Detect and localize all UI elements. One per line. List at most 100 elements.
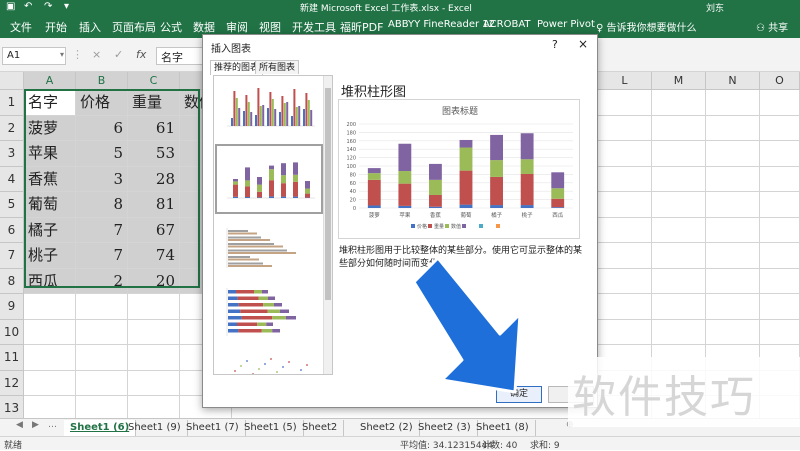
data-cell[interactable]: 苹果 bbox=[24, 141, 76, 167]
empty-cell[interactable] bbox=[760, 90, 800, 116]
data-cell[interactable]: 67 bbox=[128, 218, 180, 244]
data-cell[interactable]: 3 bbox=[76, 167, 128, 193]
row-header[interactable]: 3 bbox=[0, 141, 24, 167]
sheet-tab[interactable]: Sheet2 (3) bbox=[412, 420, 478, 436]
empty-cell[interactable] bbox=[652, 116, 706, 142]
empty-cell[interactable] bbox=[706, 243, 760, 269]
tab-review[interactable]: 审阅 bbox=[226, 19, 248, 35]
empty-cell[interactable] bbox=[706, 192, 760, 218]
thumbnail-scrollbar[interactable] bbox=[323, 76, 332, 375]
scrollbar-thumb[interactable] bbox=[325, 88, 331, 300]
empty-cell[interactable] bbox=[598, 269, 652, 295]
empty-cell[interactable] bbox=[598, 192, 652, 218]
share-button[interactable]: ⚇ 共享 bbox=[756, 19, 788, 34]
chart-thumbnail-clustered-bar[interactable] bbox=[219, 224, 319, 274]
empty-cell[interactable] bbox=[598, 167, 652, 193]
empty-cell[interactable] bbox=[760, 167, 800, 193]
empty-cell[interactable] bbox=[128, 320, 180, 346]
sheet-tab[interactable]: Sheet1 (8) bbox=[470, 420, 536, 436]
empty-cell[interactable] bbox=[652, 192, 706, 218]
empty-cell[interactable] bbox=[598, 141, 652, 167]
chart-thumbnail-scatter[interactable] bbox=[219, 350, 319, 375]
empty-cell[interactable] bbox=[760, 269, 800, 295]
help-icon[interactable]: ? bbox=[552, 38, 558, 51]
tab-all-charts[interactable]: 所有图表 bbox=[255, 60, 299, 74]
empty-cell[interactable] bbox=[24, 345, 76, 371]
empty-cell[interactable] bbox=[598, 320, 652, 346]
empty-cell[interactable] bbox=[76, 396, 128, 418]
empty-cell[interactable] bbox=[598, 90, 652, 116]
enter-icon[interactable]: ✓ bbox=[114, 48, 123, 61]
data-cell[interactable]: 桃子 bbox=[24, 243, 76, 269]
empty-cell[interactable] bbox=[706, 218, 760, 244]
data-cell[interactable]: 7 bbox=[76, 243, 128, 269]
fx-icon[interactable]: fx bbox=[136, 48, 146, 61]
row-header[interactable]: 10 bbox=[0, 320, 24, 346]
prev-sheet-icon[interactable]: ◀ bbox=[16, 420, 23, 430]
empty-cell[interactable] bbox=[598, 218, 652, 244]
data-cell[interactable]: 5 bbox=[76, 141, 128, 167]
data-cell[interactable]: 81 bbox=[128, 192, 180, 218]
empty-cell[interactable] bbox=[76, 320, 128, 346]
chart-thumbnail-clustered-column[interactable] bbox=[219, 82, 319, 134]
row-header[interactable]: 5 bbox=[0, 192, 24, 218]
sheet-tab[interactable]: Sheet2 bbox=[296, 420, 344, 436]
tab-abbyy[interactable]: ABBYY FineReader 12 bbox=[388, 19, 495, 30]
empty-cell[interactable] bbox=[598, 294, 652, 320]
header-cell[interactable]: 重量 bbox=[128, 90, 180, 116]
empty-cell[interactable] bbox=[128, 396, 180, 418]
data-cell[interactable]: 葡萄 bbox=[24, 192, 76, 218]
tab-file[interactable]: 文件 bbox=[10, 19, 32, 35]
data-cell[interactable]: 香蕉 bbox=[24, 167, 76, 193]
row-header[interactable]: 7 bbox=[0, 243, 24, 269]
data-cell[interactable]: 橘子 bbox=[24, 218, 76, 244]
empty-cell[interactable] bbox=[652, 167, 706, 193]
data-cell[interactable]: 菠萝 bbox=[24, 116, 76, 142]
empty-cell[interactable] bbox=[128, 294, 180, 320]
chart-thumbnail-stacked-column[interactable] bbox=[219, 148, 319, 210]
empty-cell[interactable] bbox=[760, 320, 800, 346]
data-cell[interactable]: 53 bbox=[128, 141, 180, 167]
tab-data[interactable]: 数据 bbox=[193, 19, 215, 35]
more-sheets-icon[interactable]: … bbox=[48, 420, 57, 430]
tab-developer[interactable]: 开发工具 bbox=[292, 19, 336, 35]
tab-home[interactable]: 开始 bbox=[45, 19, 67, 35]
select-all-corner[interactable] bbox=[0, 72, 24, 90]
empty-cell[interactable] bbox=[24, 396, 76, 418]
empty-cell[interactable] bbox=[706, 167, 760, 193]
recommended-chart-list[interactable] bbox=[213, 75, 333, 375]
empty-cell[interactable] bbox=[24, 371, 76, 397]
column-header-l[interactable]: L bbox=[598, 72, 652, 90]
tell-me-box[interactable]: ♀ 告诉我你想要做什么 bbox=[596, 19, 697, 34]
formula-input[interactable]: 名字 bbox=[156, 47, 206, 65]
undo-icon[interactable]: ↶ bbox=[24, 1, 32, 12]
empty-cell[interactable] bbox=[76, 294, 128, 320]
empty-cell[interactable] bbox=[706, 294, 760, 320]
row-header[interactable]: 6 bbox=[0, 218, 24, 244]
sheet-tab[interactable]: Sheet2 (2) bbox=[354, 420, 420, 436]
data-cell[interactable]: 7 bbox=[76, 218, 128, 244]
empty-cell[interactable] bbox=[760, 192, 800, 218]
redo-icon[interactable]: ↷ bbox=[44, 1, 52, 12]
empty-cell[interactable] bbox=[652, 243, 706, 269]
row-header[interactable]: 9 bbox=[0, 294, 24, 320]
column-header-n[interactable]: N bbox=[706, 72, 760, 90]
data-cell[interactable]: 6 bbox=[76, 116, 128, 142]
save-icon[interactable]: ▣ bbox=[6, 1, 15, 12]
column-header-m[interactable]: M bbox=[652, 72, 706, 90]
tab-formulas[interactable]: 公式 bbox=[160, 19, 182, 35]
row-header[interactable]: 13 bbox=[0, 396, 24, 418]
tab-foxit-pdf[interactable]: 福昕PDF bbox=[340, 19, 383, 35]
row-header[interactable]: 4 bbox=[0, 167, 24, 193]
empty-cell[interactable] bbox=[24, 294, 76, 320]
sheet-tab[interactable]: Sheet1 (7) bbox=[180, 420, 246, 436]
chart-thumbnail-stacked-bar[interactable] bbox=[219, 282, 319, 342]
empty-cell[interactable] bbox=[706, 269, 760, 295]
empty-cell[interactable] bbox=[706, 141, 760, 167]
empty-cell[interactable] bbox=[760, 243, 800, 269]
empty-cell[interactable] bbox=[652, 269, 706, 295]
tab-insert[interactable]: 插入 bbox=[79, 19, 101, 35]
ok-button[interactable]: 确定 bbox=[496, 386, 542, 403]
empty-cell[interactable] bbox=[652, 320, 706, 346]
data-cell[interactable]: 8 bbox=[76, 192, 128, 218]
